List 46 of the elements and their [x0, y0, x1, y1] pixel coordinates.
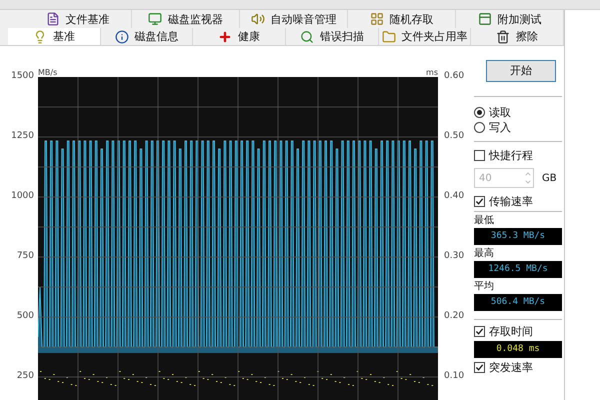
- start-button[interactable]: 开始: [486, 60, 556, 82]
- info-icon: [114, 30, 128, 44]
- axis-tick-label: 0.50: [444, 131, 466, 142]
- axis-tick-label: 1250: [11, 131, 34, 142]
- axis-tick-label: 0.40: [444, 191, 466, 202]
- reading-label: 平均: [474, 280, 495, 294]
- radio-button[interactable]: [474, 122, 485, 133]
- radio-button[interactable]: [474, 107, 485, 118]
- grid-icon: [370, 12, 384, 26]
- radio-label: 读取: [489, 107, 511, 118]
- checkbox[interactable]: [474, 150, 485, 161]
- checkbox[interactable]: [474, 196, 485, 207]
- magnifier-icon: [300, 30, 314, 44]
- axis-tick-label: 1500: [11, 71, 34, 82]
- cross-icon: [218, 30, 232, 44]
- speaker-icon: [250, 12, 264, 26]
- axis-unit: MB/s: [38, 69, 58, 77]
- reading-display: 506.4 MB/s: [474, 294, 562, 311]
- axis-tick-label: 1000: [11, 191, 34, 202]
- checkbox[interactable]: [474, 326, 485, 337]
- reading-label: 最高: [474, 247, 495, 261]
- access-time-display: 0.048 ms: [474, 341, 562, 358]
- axis-tick-label: 250: [16, 371, 34, 382]
- axis-tick-label: 500: [16, 311, 34, 322]
- document-icon: [46, 12, 60, 26]
- trash-icon: [496, 30, 510, 44]
- axis-tick-label: 750: [16, 251, 34, 262]
- size-unit: GB: [542, 172, 557, 186]
- checkbox-label: 快捷行程: [489, 150, 533, 161]
- window-icon: [478, 12, 492, 26]
- checkbox-label: 突发速率: [489, 362, 533, 373]
- checkbox-label: 存取时间: [489, 326, 533, 337]
- reading-display: 1246.5 MB/s: [474, 261, 562, 278]
- checkbox[interactable]: [474, 362, 485, 373]
- reading-display: 365.3 MB/s: [474, 228, 562, 245]
- monitor-icon: [148, 12, 162, 26]
- axis-tick-label: 0.60: [444, 71, 466, 82]
- axis-tick-label: 0.30: [444, 251, 466, 262]
- reading-label: 最低: [474, 214, 495, 228]
- tab[interactable]: 基准: [8, 28, 101, 45]
- folder-icon: [382, 30, 396, 44]
- checkbox-label: 传输速率: [489, 196, 533, 207]
- axis-tick-label: 0.10: [444, 371, 466, 382]
- axis-unit: ms: [426, 69, 438, 77]
- axis-tick-label: 0.20: [444, 311, 466, 322]
- radio-label: 写入: [489, 122, 511, 133]
